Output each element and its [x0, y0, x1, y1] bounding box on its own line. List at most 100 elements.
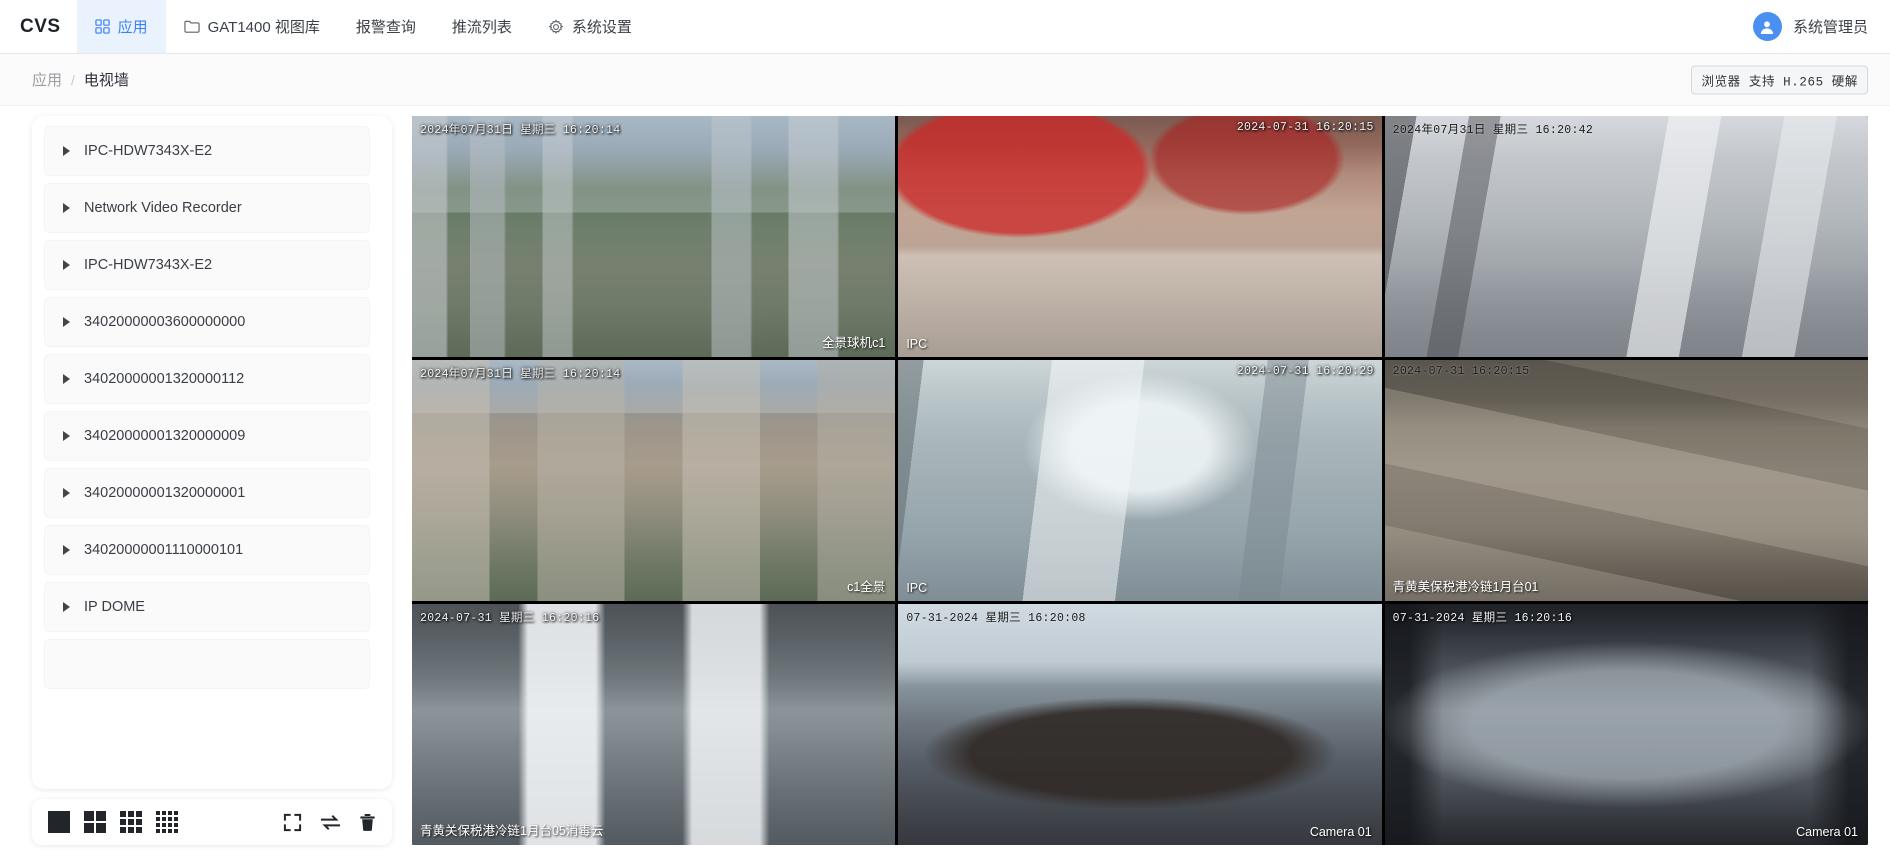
layout-cell — [167, 822, 173, 828]
nav-item-alarm-query[interactable]: 报警查询 — [338, 0, 434, 53]
app-brand-logo: CVS — [20, 15, 61, 37]
device-tree-item-label: 34020000001320000009 — [84, 428, 246, 444]
video-camera-label: 青黄关保税港冷链1月台05消毒云 — [420, 824, 604, 838]
nav-item-label: 推流列表 — [451, 19, 512, 36]
device-tree-item[interactable] — [44, 639, 370, 689]
video-stream-frame — [412, 116, 896, 357]
caret-right-icon[interactable] — [63, 374, 70, 384]
video-tile[interactable]: 2024-07-31 16:20:15 青黄美保税港冷链1月台01 — [1384, 360, 1868, 601]
layout-cell — [96, 823, 106, 833]
video-stream-frame — [412, 360, 896, 601]
device-tree-item[interactable]: IPC-HDW7343X-E2 — [44, 126, 370, 176]
device-tree-item[interactable]: 34020000001320000001 — [44, 468, 370, 518]
wall-action-group — [283, 813, 376, 832]
device-tree-scroll[interactable]: IPC-HDW7343X-E2 Network Video Recorder IPC… — [44, 126, 380, 783]
nav-item-applications[interactable]: 应用 — [76, 0, 166, 53]
video-camera-label: 全景球机c1 — [822, 336, 886, 350]
video-timestamp-overlay: 2024-07-31 16:20:15 — [1392, 365, 1530, 378]
caret-right-icon[interactable] — [63, 260, 70, 270]
trash-icon[interactable] — [359, 813, 376, 832]
layout-cell — [155, 822, 161, 828]
video-tile[interactable]: 2024-07-31 16:20:29 IPC — [898, 360, 1382, 601]
video-tile[interactable]: 07-31-2024 星期三 16:20:08 Camera 01 — [898, 604, 1382, 845]
layout-4x4-icon[interactable] — [155, 811, 178, 833]
layout-cell — [167, 811, 173, 816]
nav-item-list: 应用 GAT1400 视图库 报警查询 推流列表 系统设置 — [76, 0, 650, 53]
device-tree-item[interactable]: IPC-HDW7343X-E2 — [44, 240, 370, 290]
device-tree-item-label: IPC-HDW7343X-E2 — [84, 257, 213, 273]
video-stream-frame — [412, 604, 896, 845]
layout-cell — [161, 822, 167, 828]
fullscreen-icon[interactable] — [283, 813, 302, 832]
caret-right-icon[interactable] — [63, 146, 70, 156]
breadcrumb-separator: / — [71, 71, 75, 88]
caret-right-icon[interactable] — [63, 545, 70, 555]
device-tree-item[interactable]: 34020000003600000000 — [44, 297, 370, 347]
device-tree-item-label: 34020000001320000001 — [84, 485, 246, 501]
breadcrumb-parent[interactable]: 应用 — [32, 69, 62, 90]
nav-item-gat1400-library[interactable]: GAT1400 视图库 — [166, 0, 338, 53]
folder-icon — [183, 19, 200, 34]
caret-right-icon[interactable] — [63, 317, 70, 327]
user-avatar-icon — [1752, 12, 1782, 41]
video-wall-grid: 2024年07月31日 星期三 16:20:14 全景球机c1 2024-07-31… — [412, 116, 1868, 845]
nav-item-label: GAT1400 视图库 — [207, 19, 320, 36]
layout-cell — [136, 819, 142, 825]
nav-item-label: 报警查询 — [355, 19, 416, 36]
video-tile[interactable]: 2024年07月31日 星期三 16:20:14 全景球机c1 — [412, 116, 896, 357]
video-timestamp-overlay: 2024-07-31 星期三 16:20:16 — [420, 612, 600, 625]
device-tree-item[interactable]: 34020000001110000101 — [44, 525, 370, 575]
layout-cell — [84, 811, 94, 821]
user-menu[interactable]: 系统管理员 — [1752, 0, 1890, 53]
device-tree-item[interactable]: Network Video Recorder — [44, 183, 370, 233]
caret-right-icon[interactable] — [63, 203, 70, 213]
layout-cell — [155, 811, 161, 816]
loop-icon[interactable] — [320, 813, 341, 832]
device-tree-item[interactable]: 34020000001320000112 — [44, 354, 370, 404]
layout-cell — [173, 816, 178, 822]
video-camera-label: Camera 01 — [1796, 825, 1858, 839]
video-tile[interactable]: 2024-07-31 16:20:15 IPC — [898, 116, 1382, 357]
breadcrumb-current: 电视墙 — [83, 72, 129, 89]
layout-button-group — [48, 811, 178, 833]
layout-cell — [48, 811, 70, 833]
layout-cell — [128, 811, 134, 817]
layout-cell — [120, 827, 126, 833]
layout-cell — [161, 816, 167, 822]
video-timestamp-overlay: 07-31-2024 星期三 16:20:16 — [1392, 612, 1573, 625]
layout-cell — [84, 823, 94, 833]
video-tile[interactable]: 07-31-2024 星期三 16:20:16 Camera 01 — [1384, 604, 1868, 845]
layout-1x1-icon[interactable] — [48, 811, 70, 833]
layout-2x2-icon[interactable] — [84, 811, 106, 833]
layout-cell — [161, 828, 167, 833]
gear-icon — [548, 19, 564, 35]
video-camera-label: IPC — [906, 581, 928, 595]
layout-cell — [128, 827, 134, 833]
layout-cell — [136, 811, 142, 817]
nav-item-system-settings[interactable]: 系统设置 — [530, 0, 650, 53]
caret-right-icon[interactable] — [63, 488, 70, 498]
caret-right-icon[interactable] — [63, 602, 70, 612]
layout-cell — [96, 811, 106, 821]
nav-item-stream-list[interactable]: 推流列表 — [434, 0, 530, 53]
nav-item-label: 系统设置 — [571, 19, 632, 36]
device-tree-item-label: Network Video Recorder — [84, 200, 242, 216]
caret-right-icon[interactable] — [63, 431, 70, 441]
layout-cell — [161, 811, 167, 816]
device-tree-item-label: 34020000001110000101 — [84, 542, 244, 558]
device-tree-item[interactable]: 34020000001320000009 — [44, 411, 370, 461]
video-tile[interactable]: 2024-07-31 星期三 16:20:16 青黄关保税港冷链1月台05消毒云 — [412, 604, 896, 845]
video-tile[interactable]: 2024年07月31日 星期三 16:20:14 c1全景 — [412, 360, 896, 601]
video-timestamp-overlay: 2024年07月31日 星期三 16:20:14 — [420, 124, 621, 137]
layout-cell — [173, 828, 178, 833]
layout-cell — [167, 816, 173, 822]
video-tile[interactable]: 2024年07月31日 星期三 16:20:42 — [1384, 116, 1868, 357]
layout-3x3-icon[interactable] — [120, 811, 142, 833]
device-tree-item-label: IP DOME — [84, 599, 145, 615]
device-tree-item[interactable]: IP DOME — [44, 582, 370, 632]
layout-cell — [120, 819, 126, 825]
layout-cell — [155, 828, 161, 833]
device-tree-item-label: 34020000001320000112 — [84, 371, 245, 387]
video-timestamp-overlay: 2024年07月31日 星期三 16:20:42 — [1392, 124, 1594, 137]
